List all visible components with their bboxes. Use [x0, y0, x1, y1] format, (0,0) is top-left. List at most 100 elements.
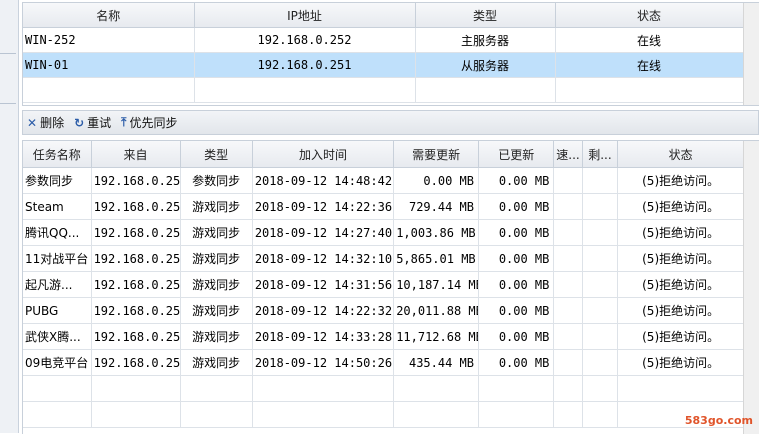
task-type: 游戏同步	[180, 271, 253, 298]
delete-button[interactable]: ✕ 删除	[27, 114, 64, 131]
task-need: 0.00 MB	[393, 167, 479, 194]
priority-sync-button[interactable]: ⤒ 优先同步	[121, 114, 177, 131]
empty-row	[23, 77, 744, 103]
retry-button[interactable]: ↻ 重试	[74, 114, 111, 131]
task-list-scrollbar[interactable]	[743, 141, 759, 434]
column-header-speed[interactable]: 速...	[553, 141, 583, 168]
column-header-remaining[interactable]: 剩...	[582, 141, 619, 168]
task-speed	[553, 271, 583, 298]
task-from: 192.168.0.252	[91, 193, 181, 220]
task-type: 游戏同步	[180, 245, 253, 272]
task-need: 5,865.01 MB	[393, 245, 479, 272]
server-row[interactable]: WIN-252 192.168.0.252 主服务器 在线	[23, 27, 744, 53]
delete-label: 删除	[40, 116, 65, 130]
task-from: 192.168.0.252	[91, 245, 181, 272]
column-header-status[interactable]: 状态	[555, 3, 744, 28]
server-table-header: 名称 IP地址 类型 状态	[23, 3, 744, 28]
task-done: 0.00 MB	[478, 349, 555, 376]
server-row-selected[interactable]: WIN-01 192.168.0.251 从服务器 在线	[23, 52, 744, 78]
task-time: 2018-09-12 14:31:56	[252, 271, 395, 298]
task-row[interactable]: 起凡游... 192.168.0.252 游戏同步 2018-09-12 14:…	[23, 271, 744, 298]
task-table-header: 任务名称 来自 类型 加入时间 需要更新 已更新 速... 剩... 状态	[23, 141, 744, 168]
column-header-from[interactable]: 来自	[91, 141, 181, 168]
task-from: 192.168.0.252	[91, 167, 181, 194]
task-table: 任务名称 来自 类型 加入时间 需要更新 已更新 速... 剩... 状态 参数…	[23, 141, 744, 428]
task-name: 参数同步	[23, 167, 92, 194]
task-from: 192.168.0.252	[91, 349, 181, 376]
task-status: (5)拒绝访问。	[617, 193, 744, 220]
retry-label: 重试	[87, 116, 112, 130]
task-status: (5)拒绝访问。	[617, 219, 744, 246]
column-header-updated[interactable]: 已更新	[478, 141, 555, 168]
task-need: 435.44 MB	[393, 349, 479, 376]
task-need: 729.44 MB	[393, 193, 479, 220]
task-toolbar: ✕ 删除 ↻ 重试 ⤒ 优先同步	[22, 110, 759, 135]
task-row[interactable]: 武侠X腾... 192.168.0.252 游戏同步 2018-09-12 14…	[23, 323, 744, 350]
task-type: 游戏同步	[180, 219, 253, 246]
task-row[interactable]: 腾讯QQ... 192.168.0.252 游戏同步 2018-09-12 14…	[23, 219, 744, 246]
column-header-task-name[interactable]: 任务名称	[23, 141, 92, 168]
task-row[interactable]: PUBG 192.168.0.252 游戏同步 2018-09-12 14:22…	[23, 297, 744, 324]
priority-sync-label: 优先同步	[129, 116, 178, 130]
task-row[interactable]: 09电竞平台 192.168.0.252 游戏同步 2018-09-12 14:…	[23, 349, 744, 376]
task-speed	[553, 245, 583, 272]
task-name: 11对战平台	[23, 245, 92, 272]
task-speed	[553, 297, 583, 324]
server-type: 从服务器	[415, 52, 556, 78]
column-header-status[interactable]: 状态	[617, 141, 744, 168]
task-speed	[553, 349, 583, 376]
column-header-name[interactable]: 名称	[23, 3, 195, 28]
server-name: WIN-252	[23, 27, 195, 53]
task-remain	[582, 167, 619, 194]
refresh-icon: ↻	[74, 115, 85, 130]
task-name: 起凡游...	[23, 271, 92, 298]
task-name: Steam	[23, 193, 92, 220]
task-status: (5)拒绝访问。	[617, 349, 744, 376]
column-header-ip[interactable]: IP地址	[194, 3, 416, 28]
server-status: 在线	[555, 52, 744, 78]
task-time: 2018-09-12 14:32:10	[252, 245, 395, 272]
server-table: 名称 IP地址 类型 状态 WIN-252 192.168.0.252 主服务器…	[23, 3, 744, 103]
task-done: 0.00 MB	[478, 245, 555, 272]
task-row[interactable]: 11对战平台 192.168.0.252 游戏同步 2018-09-12 14:…	[23, 245, 744, 272]
task-status: (5)拒绝访问。	[617, 271, 744, 298]
task-done: 0.00 MB	[478, 297, 555, 324]
server-type: 主服务器	[415, 27, 556, 53]
task-type: 游戏同步	[180, 193, 253, 220]
column-header-type[interactable]: 类型	[180, 141, 253, 168]
task-row[interactable]: Steam 192.168.0.252 游戏同步 2018-09-12 14:2…	[23, 193, 744, 220]
task-remain	[582, 245, 619, 272]
task-from: 192.168.0.252	[91, 219, 181, 246]
task-remain	[582, 271, 619, 298]
left-sidebar-strip	[0, 0, 19, 433]
task-status: (5)拒绝访问。	[617, 167, 744, 194]
server-status: 在线	[555, 27, 744, 53]
task-type: 游戏同步	[180, 323, 253, 350]
sidebar-divider	[0, 53, 16, 54]
column-header-join-time[interactable]: 加入时间	[252, 141, 395, 168]
watermark-logo: 583go.com	[684, 414, 753, 427]
task-from: 192.168.0.252	[91, 323, 181, 350]
task-time: 2018-09-12 14:48:42	[252, 167, 395, 194]
task-remain	[582, 349, 619, 376]
task-status: (5)拒绝访问。	[617, 323, 744, 350]
task-done: 0.00 MB	[478, 193, 555, 220]
close-icon: ✕	[27, 115, 38, 130]
task-name: 武侠X腾...	[23, 323, 92, 350]
task-row[interactable]: 参数同步 192.168.0.252 参数同步 2018-09-12 14:48…	[23, 167, 744, 194]
task-speed	[553, 193, 583, 220]
task-speed	[553, 219, 583, 246]
task-from: 192.168.0.252	[91, 271, 181, 298]
column-header-type[interactable]: 类型	[415, 3, 556, 28]
empty-row	[23, 375, 744, 402]
task-remain	[582, 297, 619, 324]
move-to-top-icon: ⤒	[121, 115, 127, 129]
task-done: 0.00 MB	[478, 219, 555, 246]
server-list-scrollbar[interactable]	[743, 3, 759, 105]
task-done: 0.00 MB	[478, 167, 555, 194]
task-remain	[582, 193, 619, 220]
task-time: 2018-09-12 14:22:36	[252, 193, 395, 220]
column-header-need-update[interactable]: 需要更新	[393, 141, 479, 168]
task-speed	[553, 323, 583, 350]
task-type: 参数同步	[180, 167, 253, 194]
